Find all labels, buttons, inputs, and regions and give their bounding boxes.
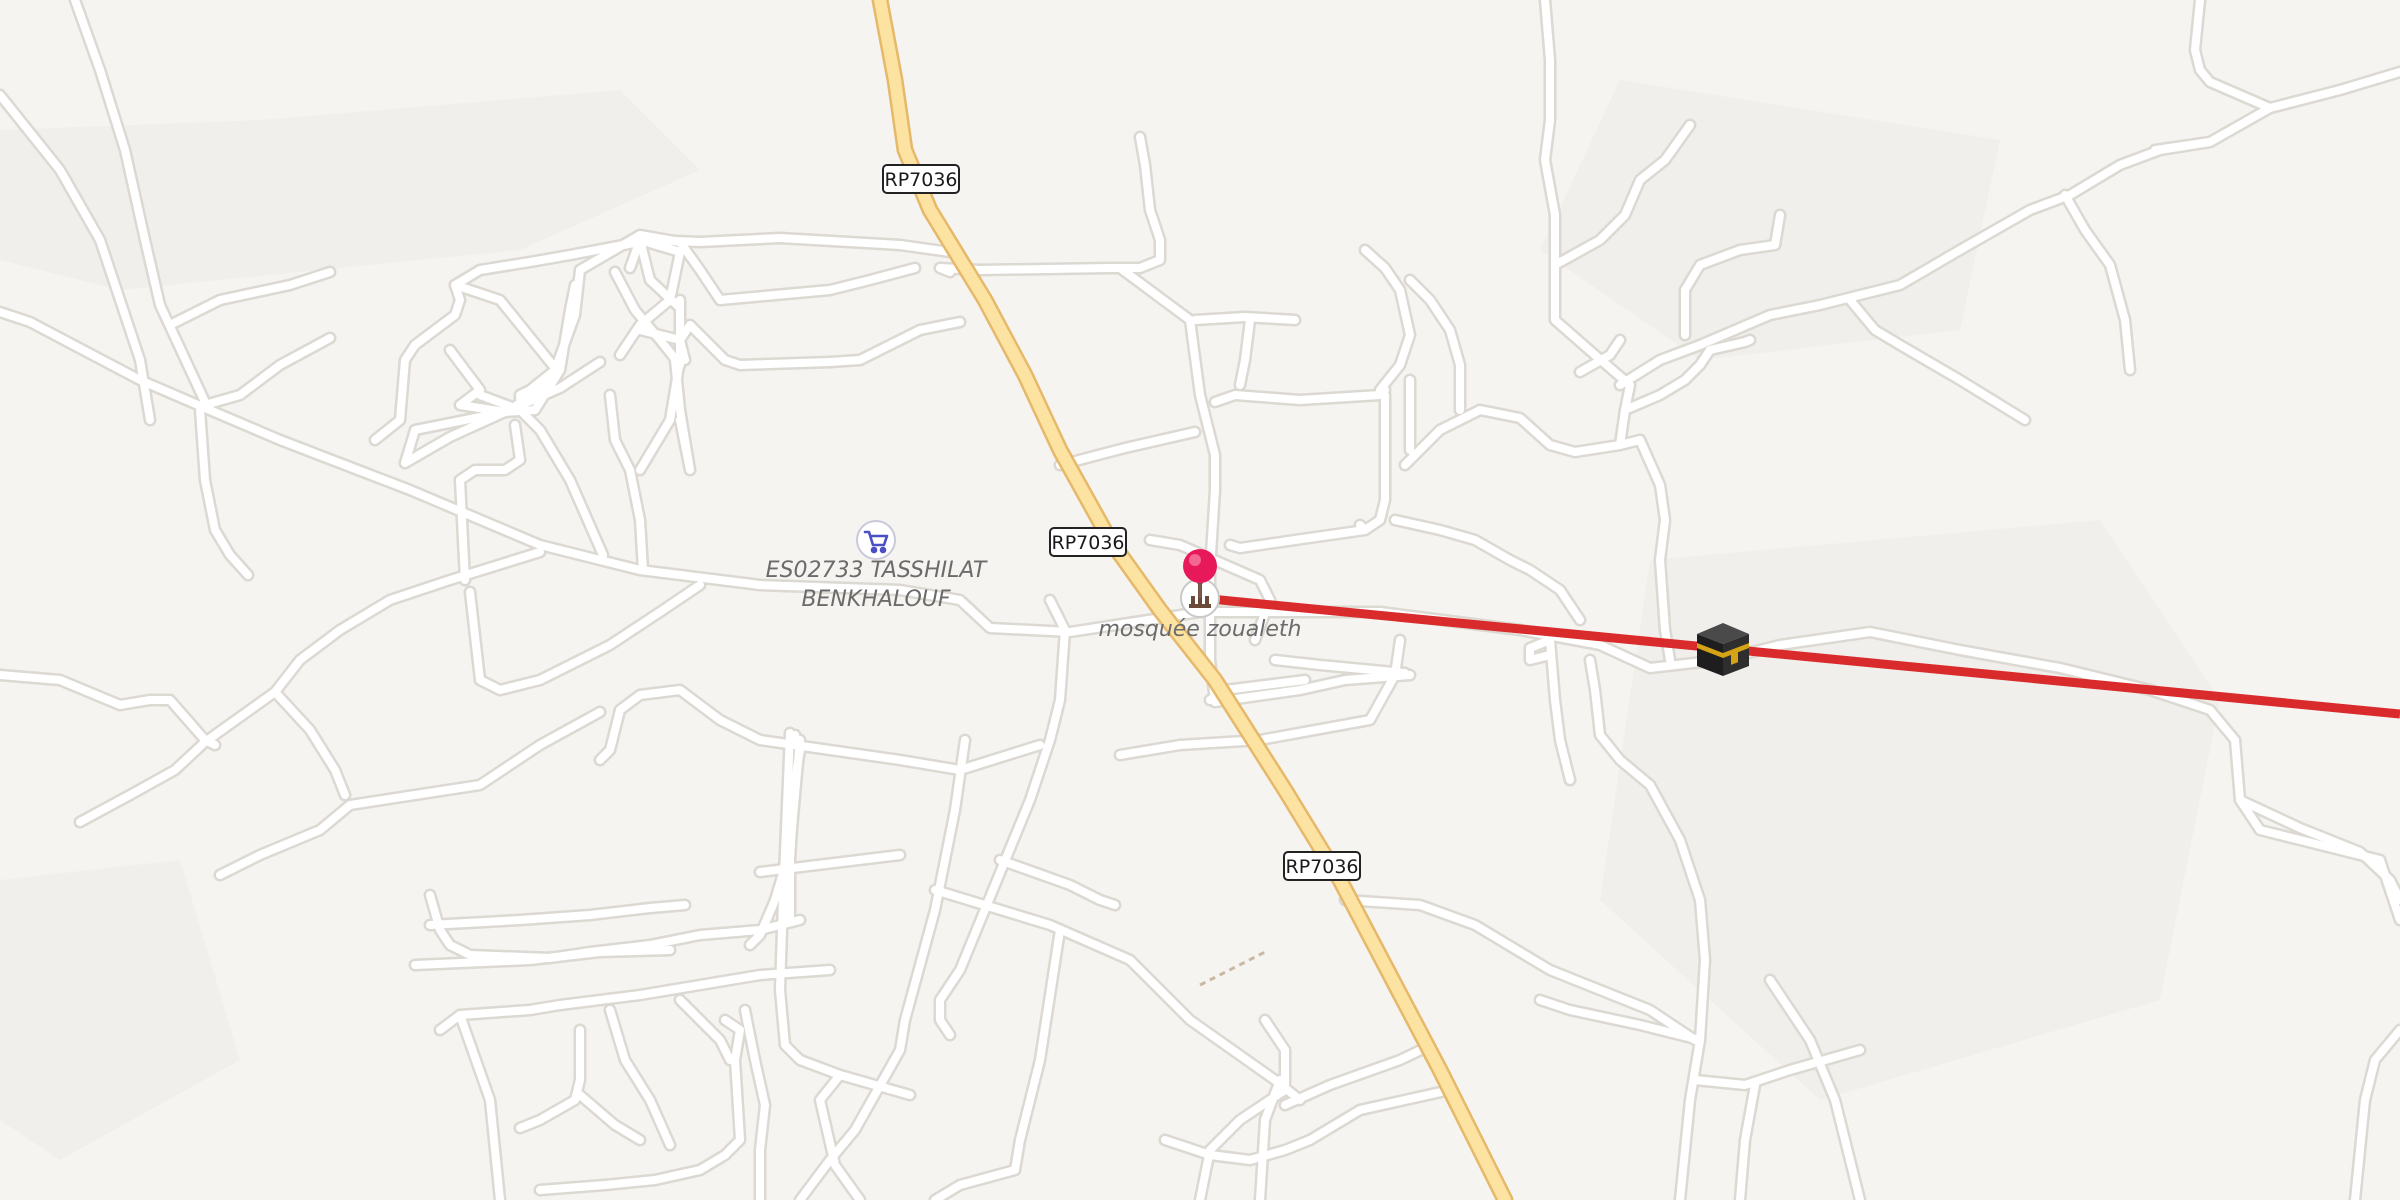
footpath (1199, 950, 1266, 987)
mosque-label: mosquée zoualeth (1099, 617, 1302, 642)
shop-label-line2: BENKHALOUF (801, 587, 950, 612)
road-shield-label: RP7036 (1285, 856, 1358, 878)
road-shield: RP7036 (1283, 851, 1361, 881)
road-shield: RP7036 (1049, 527, 1127, 557)
kaaba-icon[interactable] (1697, 623, 1749, 676)
shop-poi[interactable] (856, 520, 896, 560)
shop-label-line1: ES02733 TASSHILAT (766, 558, 988, 583)
road-shield-label: RP7036 (1051, 532, 1124, 554)
road-shield: RP7036 (882, 164, 960, 194)
road-shield-label: RP7036 (884, 169, 957, 191)
map-canvas[interactable]: RP7036 RP7036 RP7036 ES02733 TASSHILAT B… (0, 0, 2400, 1200)
